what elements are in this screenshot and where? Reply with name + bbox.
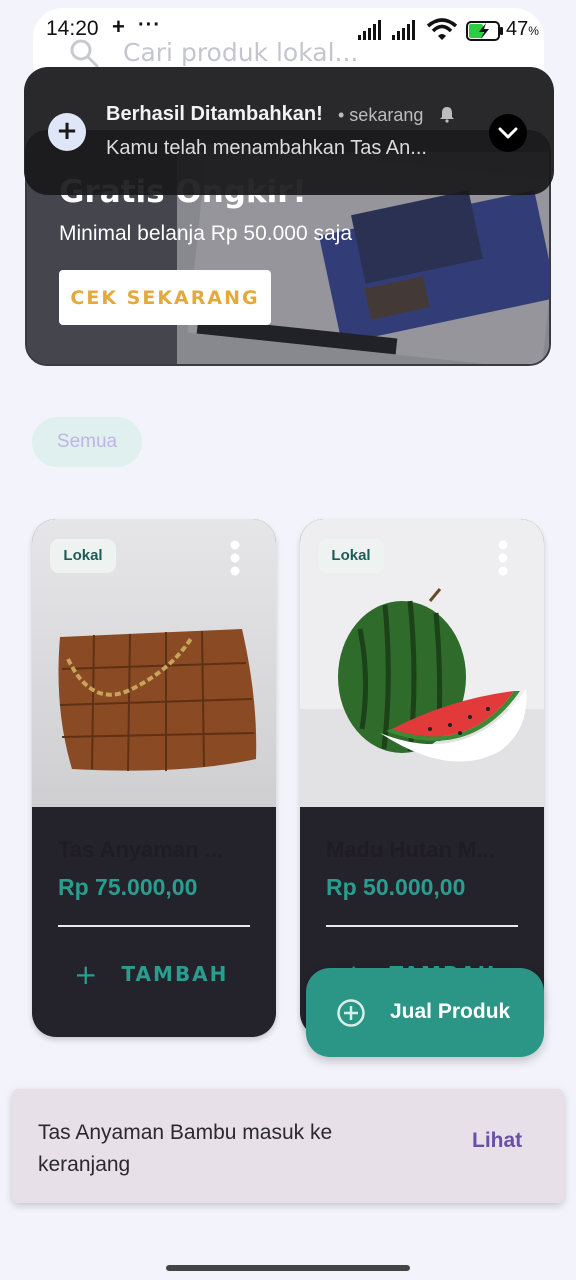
product-card[interactable]: Lokal Madu Hutan M... Rp 50.000,00 +TAMB… [300,519,544,1037]
wifi-icon [426,18,458,40]
status-time: 14:20 [46,17,99,40]
snackbar-message: Tas Anyaman Bambu masuk ke keranjang [38,1121,333,1176]
status-bar: 14:20 + ··· 47% [0,14,576,50]
more-vert-icon[interactable] [228,539,242,577]
status-more-icon: ··· [138,14,161,36]
filter-chip-all[interactable]: Semua [32,417,142,467]
divider [326,925,518,927]
add-to-cart-button[interactable]: +TAMBAH [58,947,250,1001]
battery-percent: 47% [506,18,539,40]
snackbar: Tas Anyaman Bambu masuk ke keranjang Lih… [12,1089,564,1203]
check-now-button[interactable]: CEK SEKARANG [59,270,271,325]
fab-label: Jual Produk [390,1000,511,1023]
product-price: Rp 50.000,00 [326,874,466,900]
bell-icon [440,107,454,123]
more-vert-icon[interactable] [496,539,510,577]
product-name: Madu Hutan M... [326,837,495,862]
product-name: Tas Anyaman ... [58,837,224,862]
expand-notification-button[interactable] [489,114,527,152]
notification-card[interactable]: + Berhasil Ditambahkan! • sekarang Kamu … [24,67,554,195]
notification-title: Berhasil Ditambahkan! [106,103,323,125]
battery-icon [466,21,503,41]
local-badge: Lokal [50,539,116,573]
chevron-down-icon [498,127,518,139]
status-plus-icon: + [112,14,125,39]
product-card[interactable]: Lokal Tas Anyaman ... Rp 75.000,00 + TAMB… [32,519,276,1037]
sell-product-button[interactable]: Jual Produk [306,968,544,1057]
notification-body: Kamu telah menambahkan Tas An... [106,137,427,159]
local-badge: Lokal [318,539,384,573]
plus-icon: + [48,113,86,151]
signal-icon-2 [392,20,415,40]
product-price: Rp 75.000,00 [58,874,198,900]
view-cart-button[interactable]: Lihat [472,1129,522,1153]
signal-icon [358,20,381,40]
add-icon: + [74,957,100,991]
plus-circle-icon [337,999,365,1027]
notification-time: • sekarang [338,105,424,125]
gesture-nav-handle[interactable] [166,1265,410,1271]
divider [58,925,250,927]
banner-subtitle: Minimal belanja Rp 50.000 saja [59,222,353,245]
